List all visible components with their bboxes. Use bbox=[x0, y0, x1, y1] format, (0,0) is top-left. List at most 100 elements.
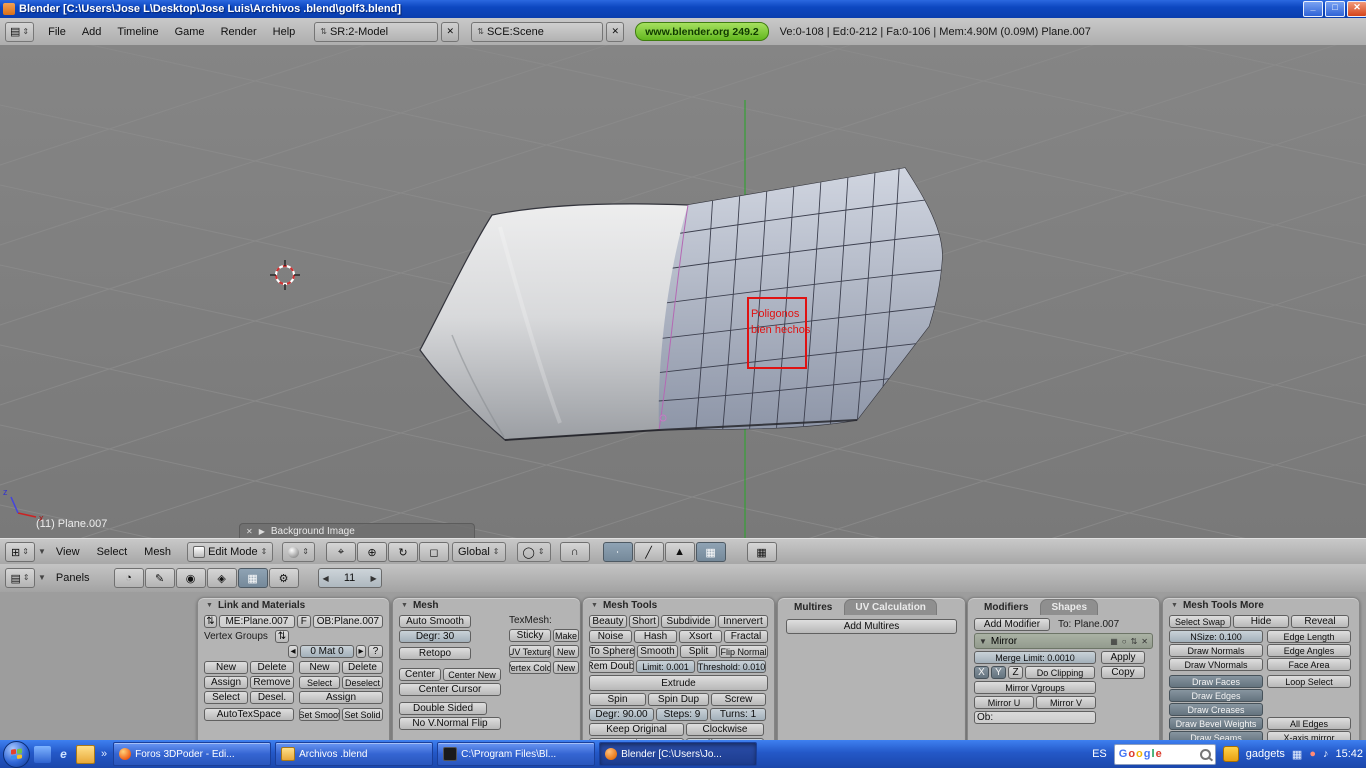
modifier-copy-button[interactable]: Copy bbox=[1101, 666, 1145, 679]
material-select-button[interactable]: Select bbox=[299, 676, 340, 689]
fractal-button[interactable]: Fractal bbox=[724, 630, 768, 643]
gadgets-icon[interactable] bbox=[1223, 746, 1239, 762]
screw-button[interactable]: Screw bbox=[711, 693, 766, 706]
mirror-z-toggle[interactable]: Z bbox=[1008, 666, 1023, 679]
taskbar-task-folder[interactable]: Archivos .blend bbox=[275, 742, 433, 766]
tab-uv-calculation[interactable]: UV Calculation bbox=[844, 599, 937, 615]
draw-creases-toggle[interactable]: Draw Creases bbox=[1169, 703, 1263, 716]
panel-header-mesh-tools[interactable]: ▼ Mesh Tools bbox=[583, 598, 774, 613]
menu-mesh[interactable]: Mesh bbox=[137, 543, 178, 561]
mirror-x-toggle[interactable]: X bbox=[974, 666, 989, 679]
mirror-v-button[interactable]: Mirror V bbox=[1036, 696, 1096, 709]
center-cursor-button[interactable]: Center Cursor bbox=[399, 683, 501, 696]
material-help-button[interactable]: ? bbox=[368, 645, 383, 658]
beauty-button[interactable]: Beauty bbox=[589, 615, 627, 628]
quick-launch-desktop-icon[interactable] bbox=[34, 746, 51, 763]
draw-faces-toggle[interactable]: Draw Faces bbox=[1169, 675, 1263, 688]
blender-version-button[interactable]: www.blender.org 249.2 bbox=[635, 22, 768, 41]
taskbar-clock[interactable]: 15:42 bbox=[1335, 748, 1363, 760]
expand-icon[interactable]: ▶ bbox=[259, 527, 265, 536]
menu-add[interactable]: Add bbox=[75, 23, 109, 41]
tray-network-icon[interactable]: ▦ bbox=[1292, 748, 1302, 761]
panel-header-mesh-tools-more[interactable]: ▼ Mesh Tools More bbox=[1163, 598, 1359, 613]
set-solid-button[interactable]: Set Solid bbox=[342, 708, 383, 721]
sticky-button[interactable]: Sticky bbox=[509, 629, 551, 642]
all-edges-button[interactable]: All Edges bbox=[1267, 717, 1351, 730]
xsort-button[interactable]: Xsort bbox=[679, 630, 722, 643]
hide-button[interactable]: Hide bbox=[1233, 615, 1289, 628]
menu-timeline[interactable]: Timeline bbox=[110, 23, 165, 41]
do-clipping-button[interactable]: Do Clipping bbox=[1025, 666, 1095, 679]
draw-seams-toggle[interactable]: Draw Seams bbox=[1169, 731, 1263, 740]
mirror-u-button[interactable]: Mirror U bbox=[974, 696, 1034, 709]
vertex-color-new-button[interactable]: New bbox=[553, 661, 579, 674]
vertex-select-mode-button[interactable]: ∙ bbox=[603, 542, 633, 562]
vgroup-select-button[interactable]: Select bbox=[204, 691, 248, 704]
spin-degr-field[interactable]: Degr: 90.00 bbox=[589, 708, 654, 721]
orientation-selector[interactable]: Global ⇕ bbox=[452, 542, 506, 562]
panel-header-mesh[interactable]: ▼ Mesh bbox=[393, 598, 580, 613]
taskbar-task-blender[interactable]: Blender [C:\Users\Jo... bbox=[599, 742, 757, 766]
mirror-vgroups-button[interactable]: Mirror Vgroups bbox=[974, 681, 1096, 694]
loop-select-button[interactable]: Loop Select bbox=[1267, 675, 1351, 688]
editor-type-menu[interactable]: ▤ ⇕ bbox=[5, 568, 35, 588]
material-next-icon[interactable]: ▸ bbox=[356, 645, 366, 658]
rem-doubles-button[interactable]: Rem Doubl bbox=[589, 660, 634, 673]
double-sided-button[interactable]: Double Sided bbox=[399, 702, 487, 715]
material-prev-icon[interactable]: ◂ bbox=[288, 645, 298, 658]
header-collapse-icon[interactable]: ▼ bbox=[38, 574, 46, 582]
menu-file[interactable]: File bbox=[41, 23, 73, 41]
material-index-field[interactable]: 0 Mat 0 bbox=[300, 645, 354, 658]
mesh-name-field[interactable]: ME:Plane.007 bbox=[219, 615, 295, 628]
minimize-button[interactable]: _ bbox=[1303, 1, 1323, 17]
snap-button[interactable]: ∩ bbox=[560, 542, 590, 562]
center-new-button[interactable]: Center New bbox=[443, 668, 501, 681]
material-deselect-button[interactable]: Deselect bbox=[342, 676, 383, 689]
scene-delete-icon[interactable]: ✕ bbox=[606, 22, 624, 42]
split-button[interactable]: Split bbox=[680, 645, 717, 658]
no-vnormal-flip-button[interactable]: No V.Normal Flip bbox=[399, 717, 501, 730]
noise-button[interactable]: Noise bbox=[589, 630, 632, 643]
vertex-color-button[interactable]: Vertex Color bbox=[509, 661, 551, 674]
xaxis-mirror-button[interactable]: X-axis mirror bbox=[1267, 731, 1351, 740]
add-modifier-button[interactable]: Add Modifier bbox=[974, 618, 1050, 631]
extrude-button[interactable]: Extrude bbox=[589, 675, 768, 691]
tray-messenger-icon[interactable]: ● bbox=[1309, 748, 1316, 760]
draw-normals-button[interactable]: Draw Normals bbox=[1169, 644, 1263, 657]
vertex-groups-stepper[interactable]: ⇅ bbox=[275, 630, 289, 643]
collapse-triangle-icon[interactable]: ▼ bbox=[1171, 602, 1178, 609]
add-multires-button[interactable]: Add Multires bbox=[786, 619, 957, 634]
vgroup-delete-button[interactable]: Delete bbox=[250, 661, 294, 674]
draw-bevel-weights-toggle[interactable]: Draw Bevel Weights bbox=[1169, 717, 1263, 730]
manipulator-hand-button[interactable]: ⌖ bbox=[326, 542, 356, 562]
material-assign-button[interactable]: Assign bbox=[299, 691, 383, 704]
collapse-triangle-icon[interactable]: ▼ bbox=[206, 602, 213, 609]
reveal-button[interactable]: Reveal bbox=[1291, 615, 1349, 628]
background-image-panel-header[interactable]: ✕ ▶ Background Image bbox=[239, 523, 475, 539]
tab-modifiers[interactable]: Modifiers bbox=[974, 600, 1038, 615]
scene-selector[interactable]: ⇅ SCE:Scene bbox=[471, 22, 603, 42]
turns-field[interactable]: Turns: 1 bbox=[710, 708, 766, 721]
manipulator-translate-button[interactable]: ⊕ bbox=[357, 542, 387, 562]
taskbar-task-explorer[interactable]: C:\Program Files\Bl... bbox=[437, 742, 595, 766]
taskbar-task-firefox[interactable]: Foros 3DPoder - Edi... bbox=[113, 742, 271, 766]
mesh-browse-icon[interactable]: ⇅ bbox=[204, 615, 217, 628]
subdivide-button[interactable]: Subdivide bbox=[661, 615, 716, 628]
auto-smooth-button[interactable]: Auto Smooth bbox=[399, 615, 471, 628]
material-new-button[interactable]: New bbox=[299, 661, 340, 674]
modifier-delete-icon[interactable]: ✕ bbox=[1141, 637, 1148, 646]
script-context-button[interactable]: ✎ bbox=[145, 568, 175, 588]
collapse-triangle-icon[interactable]: ▼ bbox=[591, 602, 598, 609]
editor-type-menu[interactable]: ⊞ ⇕ bbox=[5, 542, 35, 562]
material-delete-button[interactable]: Delete bbox=[342, 661, 383, 674]
frame-next-icon[interactable]: ▶ bbox=[367, 574, 381, 583]
smooth-button[interactable]: Smooth bbox=[637, 645, 678, 658]
object-context-button[interactable]: ◈ bbox=[207, 568, 237, 588]
mirror-y-toggle[interactable]: Y bbox=[991, 666, 1006, 679]
gadgets-label[interactable]: gadgets bbox=[1246, 748, 1285, 760]
window-type-menu[interactable]: ▤ ⇕ bbox=[5, 22, 34, 42]
draw-type-selector[interactable]: ⇕ bbox=[282, 542, 315, 562]
3d-viewport[interactable]: Poligonos bien hechos x z (11) Plane.007… bbox=[0, 45, 1366, 538]
short-button[interactable]: Short bbox=[629, 615, 659, 628]
autotexspace-button[interactable]: AutoTexSpace bbox=[204, 708, 294, 721]
